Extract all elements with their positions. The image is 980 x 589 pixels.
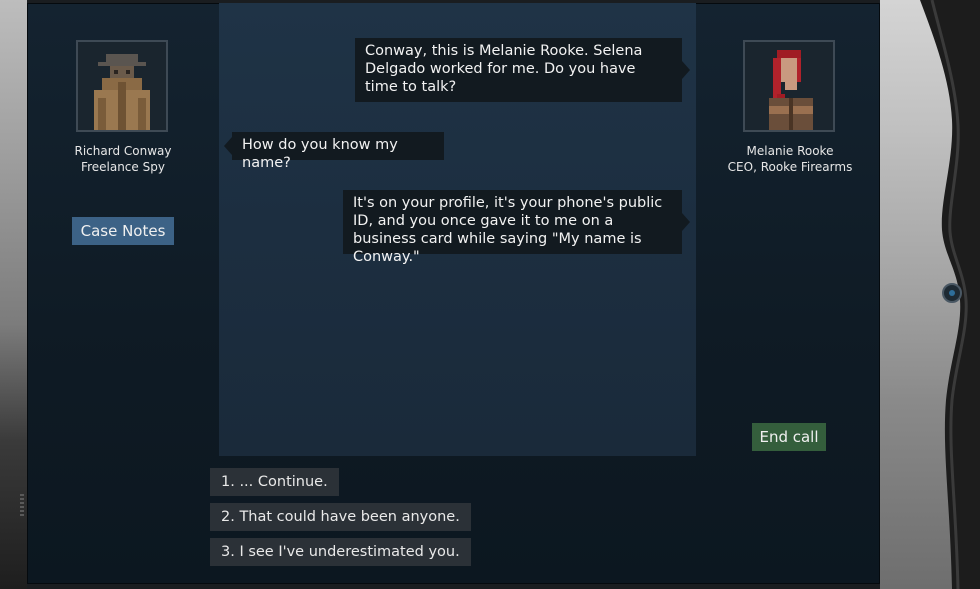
left-speaker-title: Freelance Spy xyxy=(81,160,165,174)
left-speaker-info: Richard Conway Freelance Spy xyxy=(43,143,203,175)
detective-portrait-icon xyxy=(78,42,166,130)
right-speaker-title: CEO, Rooke Firearms xyxy=(727,160,853,174)
device-left-bezel xyxy=(0,0,27,589)
device-edge-graphic xyxy=(920,0,980,589)
redhead-portrait-icon xyxy=(745,42,833,130)
dialog-choice-1[interactable]: 1. ... Continue. xyxy=(210,468,339,496)
dialog-choice-3[interactable]: 3. I see I've underestimated you. xyxy=(210,538,471,566)
dialog-choice-2[interactable]: 2. That could have been anyone. xyxy=(210,503,471,531)
grip-marks xyxy=(20,494,24,516)
case-notes-button[interactable]: Case Notes xyxy=(72,217,174,245)
message-bubble: Conway, this is Melanie Rooke. Selena De… xyxy=(355,38,690,102)
device-right-bezel xyxy=(880,0,980,589)
right-speaker-info: Melanie Rooke CEO, Rooke Firearms xyxy=(710,143,870,175)
richard-conway-portrait xyxy=(76,40,168,132)
message-bubble: How do you know my name? xyxy=(224,132,444,171)
melanie-rooke-portrait xyxy=(743,40,835,132)
message-bubble: It's on your profile, it's your phone's … xyxy=(343,190,690,265)
end-call-button[interactable]: End call xyxy=(752,423,826,451)
right-speaker-name: Melanie Rooke xyxy=(746,144,834,158)
left-speaker-name: Richard Conway xyxy=(74,144,172,158)
